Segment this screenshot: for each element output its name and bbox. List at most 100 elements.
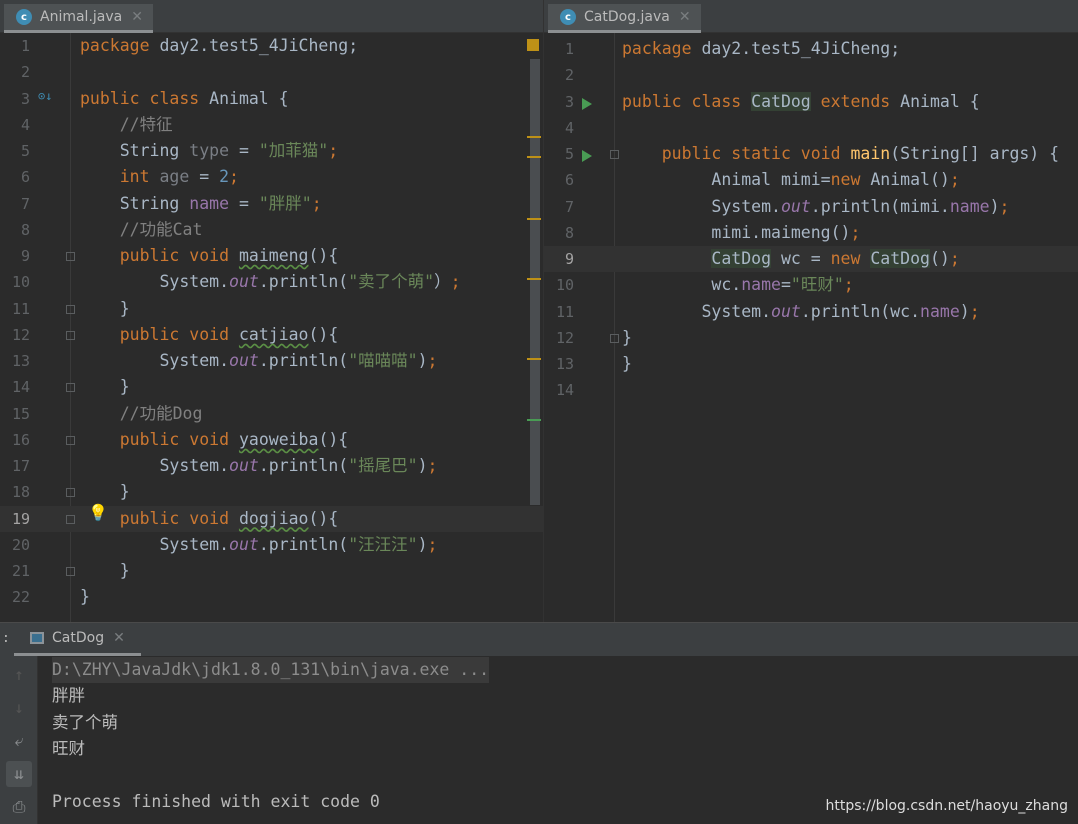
- line-number[interactable]: 22: [0, 584, 30, 610]
- line-number[interactable]: 8: [544, 220, 574, 246]
- code-line[interactable]: 1 package day2.test5_4JiCheng;: [544, 36, 1078, 62]
- line-number[interactable]: 1: [0, 33, 30, 59]
- arrow-up-icon[interactable]: ↑: [6, 662, 32, 688]
- code-line[interactable]: 13 System.out.println("喵喵喵");: [0, 348, 543, 374]
- warning-stripe[interactable]: [527, 218, 541, 220]
- code-line[interactable]: 13}: [544, 351, 1078, 377]
- line-number[interactable]: 13: [544, 351, 574, 377]
- code-line[interactable]: 18 }: [0, 479, 543, 505]
- code-line[interactable]: 5 String type = "加菲猫";: [0, 138, 543, 164]
- code-line[interactable]: 15 //功能Dog: [0, 401, 543, 427]
- line-number[interactable]: 17: [0, 453, 30, 479]
- code-line[interactable]: 4: [544, 115, 1078, 141]
- line-number[interactable]: 5: [544, 141, 574, 167]
- fold-marker[interactable]: [66, 567, 75, 576]
- line-number[interactable]: 11: [0, 296, 30, 322]
- line-number[interactable]: 11: [544, 299, 574, 325]
- line-number[interactable]: 1: [544, 36, 574, 62]
- print-icon[interactable]: ⎙: [6, 794, 32, 820]
- tab-animal-java[interactable]: c Animal.java ✕: [4, 4, 153, 33]
- arrow-down-icon[interactable]: ↓: [6, 695, 32, 721]
- line-number[interactable]: 3: [0, 86, 30, 112]
- warning-stripe[interactable]: [527, 278, 541, 280]
- warning-stripe[interactable]: [527, 136, 541, 138]
- line-number[interactable]: 10: [0, 269, 30, 295]
- fold-marker[interactable]: [66, 330, 75, 340]
- code-line[interactable]: 8 //功能Cat: [0, 217, 543, 243]
- code-line[interactable]: 12}: [544, 325, 1078, 351]
- line-number[interactable]: 9: [0, 243, 30, 269]
- line-number[interactable]: 12: [0, 322, 30, 348]
- code-line[interactable]: 11 }: [0, 296, 543, 322]
- catdog-editor[interactable]: 1 package day2.test5_4JiCheng; 2 3 public cl…: [543, 33, 1078, 622]
- line-number[interactable]: 2: [0, 59, 30, 85]
- line-number[interactable]: 19: [0, 506, 30, 532]
- code-line[interactable]: 12 public void catjiao(){: [0, 322, 543, 348]
- code-line[interactable]: 16 public void yaoweiba(){: [0, 427, 543, 453]
- line-number[interactable]: 14: [544, 377, 574, 403]
- code-line[interactable]: 17 System.out.println("摇尾巴");: [0, 453, 543, 479]
- code-line[interactable]: 8 mimi.maimeng();: [544, 220, 1078, 246]
- code-line[interactable]: 14: [544, 377, 1078, 403]
- scroll-to-end-icon[interactable]: ⇊: [6, 761, 32, 787]
- line-number[interactable]: 20: [0, 532, 30, 558]
- tab-catdog-java[interactable]: c CatDog.java ✕: [548, 4, 701, 33]
- line-number[interactable]: 8: [0, 217, 30, 243]
- fold-marker[interactable]: [66, 435, 75, 445]
- code-line[interactable]: 5 public static void main(String[] args)…: [544, 141, 1078, 167]
- override-gutter-icon[interactable]: ⊙↓: [38, 89, 52, 103]
- run-icon[interactable]: [582, 97, 592, 110]
- fold-marker[interactable]: [66, 252, 75, 261]
- line-number[interactable]: 14: [0, 374, 30, 400]
- line-number[interactable]: 10: [544, 272, 574, 298]
- code-line[interactable]: 2: [0, 59, 543, 85]
- code-line[interactable]: 7 System.out.println(mimi.name);: [544, 194, 1078, 220]
- close-icon[interactable]: ✕: [679, 9, 691, 25]
- line-number[interactable]: 15: [0, 401, 30, 427]
- code-line[interactable]: 6 Animal mimi=new Animal();: [544, 167, 1078, 193]
- line-number[interactable]: 9: [544, 246, 574, 272]
- change-stripe[interactable]: [527, 419, 541, 421]
- code-line[interactable]: 7 String name = "胖胖";: [0, 191, 543, 217]
- line-number[interactable]: 12: [544, 325, 574, 351]
- close-icon[interactable]: ✕: [131, 9, 143, 25]
- code-line[interactable]: 6 int age = 2;: [0, 164, 543, 190]
- line-number[interactable]: 4: [0, 112, 30, 138]
- animal-editor[interactable]: 1 package day2.test5_4JiCheng; 2 3 public cl…: [0, 33, 543, 622]
- code-line[interactable]: 1 package day2.test5_4JiCheng;: [0, 33, 543, 59]
- run-tab-catdog[interactable]: CatDog ✕: [14, 623, 141, 656]
- close-icon[interactable]: ✕: [113, 630, 125, 646]
- line-number[interactable]: 6: [0, 164, 30, 190]
- code-line[interactable]: 3 public class CatDog extends Animal {: [544, 89, 1078, 115]
- code-line[interactable]: 11 System.out.println(wc.name);: [544, 299, 1078, 325]
- fold-marker[interactable]: [66, 514, 75, 524]
- line-number[interactable]: 4: [544, 115, 574, 141]
- code-line[interactable]: 19 public void dogjiao(){: [0, 505, 543, 532]
- code-line[interactable]: 2: [544, 62, 1078, 88]
- line-number[interactable]: 5: [0, 138, 30, 164]
- fold-marker[interactable]: [610, 150, 619, 159]
- code-line[interactable]: 20 System.out.println("汪汪汪");: [0, 532, 543, 558]
- line-number[interactable]: 16: [0, 427, 30, 453]
- fold-marker[interactable]: [66, 304, 75, 314]
- line-number[interactable]: 2: [544, 62, 574, 88]
- line-number[interactable]: 13: [0, 348, 30, 374]
- line-number[interactable]: 3: [544, 89, 574, 115]
- line-number[interactable]: 21: [0, 558, 30, 584]
- code-line[interactable]: 21 }: [0, 558, 543, 584]
- warning-stripe[interactable]: [527, 156, 541, 158]
- code-line[interactable]: 22}: [0, 584, 543, 610]
- code-line[interactable]: 9 public void maimeng(){: [0, 243, 543, 269]
- run-icon[interactable]: [582, 150, 592, 162]
- lightbulb-icon[interactable]: 💡: [88, 503, 108, 522]
- code-line[interactable]: 14 }: [0, 374, 543, 400]
- fold-marker[interactable]: [66, 383, 75, 393]
- code-line[interactable]: 9 CatDog wc = new CatDog();: [544, 246, 1078, 272]
- code-line[interactable]: 4 //特征: [0, 112, 543, 138]
- line-number[interactable]: 18: [0, 479, 30, 505]
- code-line[interactable]: 10 wc.name="旺财";: [544, 272, 1078, 298]
- line-number[interactable]: 7: [544, 194, 574, 220]
- warning-stripe[interactable]: [527, 358, 541, 360]
- line-number[interactable]: 7: [0, 191, 30, 217]
- fold-marker[interactable]: [66, 488, 75, 498]
